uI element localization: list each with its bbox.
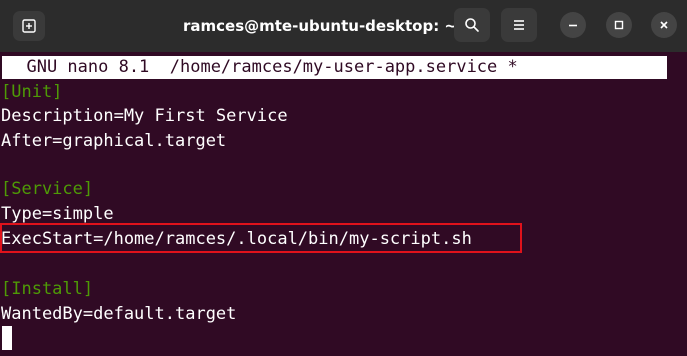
maximize-button[interactable] xyxy=(606,12,632,38)
minimize-icon xyxy=(569,24,577,27)
title-bar: ramces@mte-ubuntu-desktop: ~ xyxy=(0,0,687,52)
editor-line: After=graphical.target xyxy=(1,131,227,151)
new-tab-icon xyxy=(22,19,36,33)
terminal-window: ramces@mte-ubuntu-desktop: ~ GNU nano 8.… xyxy=(0,0,687,356)
nano-header-bar: GNU nano 8.1 /home/ramces/my-user-app.se… xyxy=(2,56,667,79)
search-icon xyxy=(465,18,479,32)
close-icon xyxy=(660,21,668,29)
minimize-button[interactable] xyxy=(560,12,586,38)
menu-button[interactable] xyxy=(501,8,537,42)
new-tab-button[interactable] xyxy=(13,11,45,41)
highlight-box xyxy=(0,223,522,253)
editor-line: Description=My First Service xyxy=(1,106,288,126)
close-button[interactable] xyxy=(651,12,677,38)
editor-line: WantedBy=default.target xyxy=(1,304,237,324)
editor-line: [Unit] xyxy=(1,82,63,102)
maximize-icon xyxy=(614,20,624,30)
hamburger-menu-icon xyxy=(514,20,524,30)
editor-line: [Install] xyxy=(1,279,94,299)
text-cursor xyxy=(2,326,12,350)
terminal-content[interactable]: GNU nano 8.1 /home/ramces/my-user-app.se… xyxy=(0,52,687,356)
window-title: ramces@mte-ubuntu-desktop: ~ xyxy=(182,17,457,35)
editor-line: [Service] xyxy=(1,179,94,199)
search-button[interactable] xyxy=(454,8,490,42)
